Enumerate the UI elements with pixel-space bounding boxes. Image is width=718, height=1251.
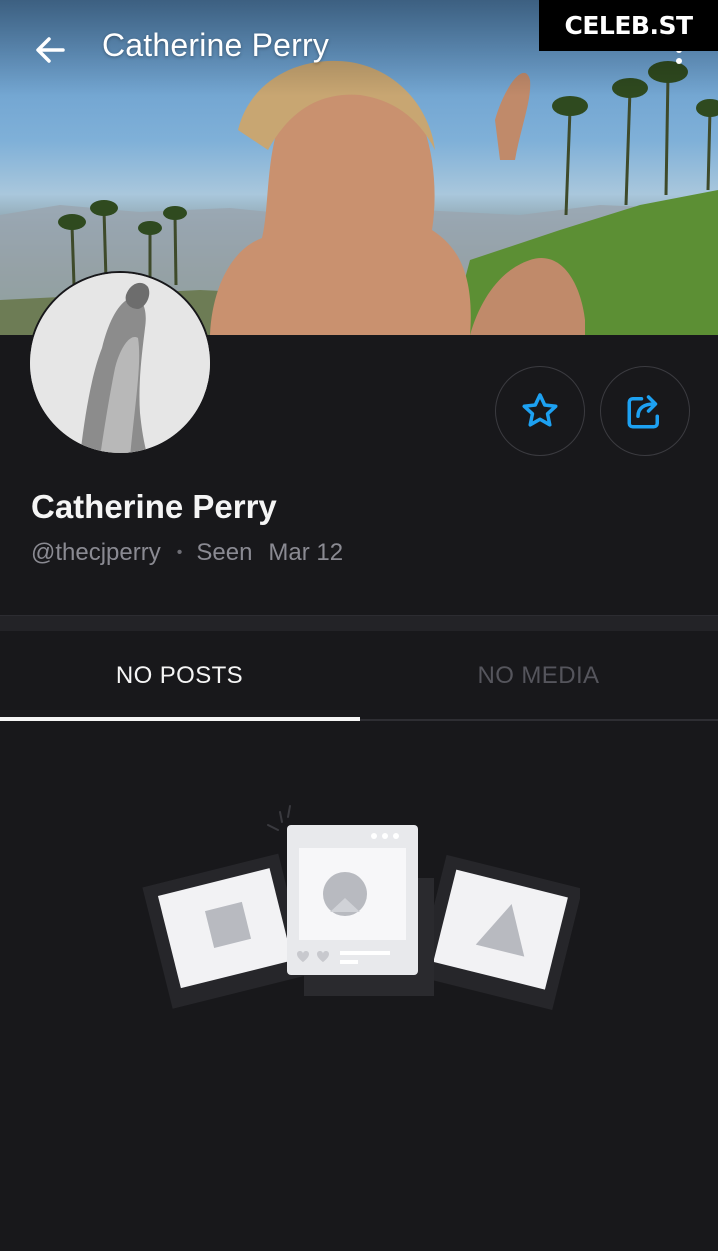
share-icon [627, 395, 659, 429]
profile-tabs: NO POSTS NO MEDIA [0, 631, 718, 721]
page-title: Catherine Perry [102, 27, 330, 63]
share-button[interactable] [600, 366, 690, 456]
avatar-photo [30, 273, 210, 453]
star-outline-icon [522, 393, 558, 427]
username: @thecjperry [31, 539, 161, 566]
profile-page: Catherine Perry CELEB.ST Catherine Perry… [0, 0, 718, 1251]
arrow-left-icon [36, 37, 65, 63]
tab-posts[interactable]: NO POSTS [0, 631, 359, 721]
meta-separator: • [176, 544, 183, 561]
empty-state-illustration [142, 805, 580, 1011]
active-tab-indicator [0, 717, 360, 721]
watermark: CELEB.ST [539, 0, 718, 51]
favorite-button[interactable] [495, 366, 585, 456]
back-button[interactable] [24, 26, 76, 74]
tab-media[interactable]: NO MEDIA [359, 631, 718, 721]
profile-meta: @thecjperry • Seen Mar 12 [31, 539, 343, 567]
avatar[interactable] [28, 271, 212, 455]
seen-label: Seen [196, 539, 253, 566]
profile-name: Catherine Perry [31, 488, 277, 525]
section-divider [0, 615, 718, 631]
seen-date: Mar 12 [268, 539, 344, 566]
